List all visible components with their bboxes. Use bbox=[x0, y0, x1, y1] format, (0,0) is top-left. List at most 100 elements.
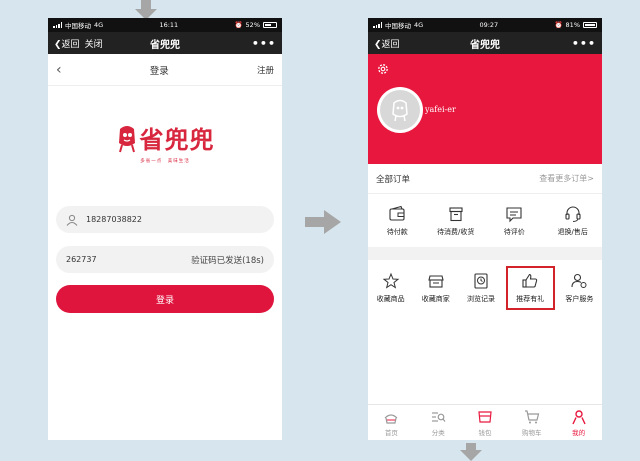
verification-code-value: 262737 bbox=[66, 255, 97, 264]
referral-rewards[interactable]: 推荐有礼 bbox=[505, 266, 555, 310]
service-item-label: 客户服务 bbox=[565, 295, 594, 303]
browsing-history[interactable]: 浏览记录 bbox=[458, 260, 503, 316]
clock: 16:11 bbox=[159, 21, 179, 29]
back-button[interactable]: ❮返回 bbox=[54, 37, 80, 50]
avatar[interactable] bbox=[377, 87, 423, 133]
back-label: 返回 bbox=[61, 39, 80, 50]
tab-wallet[interactable]: 钱包 bbox=[462, 405, 509, 440]
tab-label: 分类 bbox=[431, 428, 445, 437]
wechat-nav-bar: ❮返回 省兜兜 ••• bbox=[368, 32, 602, 54]
status-bar: 中国移动 4G 09:27 ⏰ 81% bbox=[368, 18, 602, 32]
service-item-label: 推荐有礼 bbox=[516, 295, 545, 303]
close-button[interactable]: 关闭 bbox=[85, 37, 103, 50]
profile-screen: 中国移动 4G 09:27 ⏰ 81% ❮返回 省兜兜 ••• yafei-er… bbox=[368, 18, 602, 440]
flow-arrow-bottom bbox=[460, 443, 482, 461]
carrier: 中国移动 bbox=[65, 22, 91, 30]
order-status-grid: 待付款 待消费/收货 待评价 退换/售后 bbox=[368, 194, 602, 247]
tab-label: 首页 bbox=[384, 428, 398, 437]
logo-text: 省兜兜 bbox=[139, 125, 215, 154]
login-screen: 中国移动 4G 16:11 ⏰ 52% ❮返回 关闭 省兜兜 ••• ‹ 登录 … bbox=[48, 18, 282, 440]
back-arrow-button[interactable]: ‹ bbox=[56, 62, 62, 78]
order-item-label: 退换/售后 bbox=[557, 227, 588, 236]
nav-title: 省兜兜 bbox=[470, 39, 500, 51]
more-menu-button[interactable]: ••• bbox=[206, 37, 276, 50]
all-orders-title: 全部订单 bbox=[376, 174, 411, 185]
section-divider bbox=[368, 247, 602, 260]
chevron-left-icon: ❮ bbox=[54, 39, 62, 50]
username: yafei-er bbox=[425, 105, 456, 114]
history-icon bbox=[474, 273, 488, 289]
tab-label: 购物车 bbox=[522, 428, 542, 437]
back-button[interactable]: ❮返回 bbox=[374, 37, 400, 50]
favorite-shops[interactable]: 收藏商家 bbox=[413, 260, 458, 316]
tab-home[interactable]: 首页 bbox=[368, 405, 415, 440]
profile-icon bbox=[571, 409, 586, 424]
avatar-mascot-icon bbox=[392, 99, 408, 122]
cart-icon bbox=[524, 409, 540, 423]
service-item-label: 收藏商家 bbox=[421, 295, 450, 303]
battery-percent: 81% bbox=[565, 21, 580, 29]
tab-profile[interactable]: 我的 bbox=[555, 405, 602, 440]
service-icon bbox=[571, 273, 587, 288]
tab-category[interactable]: 分类 bbox=[415, 405, 462, 440]
more-menu-button[interactable]: ••• bbox=[526, 37, 596, 50]
service-grid: 收藏商品 收藏商家 浏览记录 推荐有礼 客户服务 bbox=[368, 260, 602, 316]
login-button[interactable]: 登录 bbox=[56, 285, 274, 313]
home-icon bbox=[384, 413, 398, 424]
brand-logo: 省兜兜 多省一点 美味生活 bbox=[48, 86, 282, 198]
battery-percent: 52% bbox=[245, 21, 260, 29]
shop-icon bbox=[428, 275, 444, 288]
alarm-icon: ⏰ bbox=[554, 21, 563, 29]
mascot-logo-icon bbox=[118, 125, 135, 152]
alarm-icon: ⏰ bbox=[234, 21, 243, 29]
order-item-label: 待评价 bbox=[503, 227, 525, 236]
order-after-sales[interactable]: 退换/售后 bbox=[544, 194, 603, 247]
order-pending-review[interactable]: 待评价 bbox=[485, 194, 544, 247]
service-item-label: 浏览记录 bbox=[467, 295, 495, 303]
tab-label: 我的 bbox=[572, 428, 586, 437]
phone-number-input[interactable]: 18287038822 bbox=[56, 206, 274, 233]
tab-cart[interactable]: 购物车 bbox=[508, 405, 555, 440]
profile-header: yafei-er bbox=[368, 54, 602, 164]
wallet-icon bbox=[478, 410, 492, 423]
nav-title: 省兜兜 bbox=[150, 39, 180, 51]
all-orders-bar[interactable]: 全部订单 查看更多订单> bbox=[368, 164, 602, 194]
network: 4G bbox=[414, 21, 424, 29]
back-label: 返回 bbox=[381, 39, 400, 50]
register-link[interactable]: 注册 bbox=[257, 64, 274, 76]
clock: 09:27 bbox=[479, 21, 499, 29]
page-title: 登录 bbox=[149, 65, 169, 77]
wechat-nav-bar: ❮返回 关闭 省兜兜 ••• bbox=[48, 32, 282, 54]
star-icon bbox=[382, 272, 399, 289]
favorite-products[interactable]: 收藏商品 bbox=[368, 260, 413, 316]
chevron-left-icon: ❮ bbox=[374, 39, 382, 50]
flow-arrow-right bbox=[305, 210, 341, 234]
tab-label: 钱包 bbox=[478, 428, 492, 437]
network: 4G bbox=[94, 21, 104, 29]
order-pending-payment[interactable]: 待付款 bbox=[368, 194, 427, 247]
thumbs-up-icon bbox=[522, 273, 538, 288]
battery-icon bbox=[583, 22, 597, 28]
order-item-label: 待消费/收货 bbox=[437, 227, 475, 236]
signal-icon bbox=[373, 22, 382, 28]
signal-icon bbox=[53, 22, 62, 28]
service-item-label: 收藏商品 bbox=[376, 295, 405, 303]
phone-number-value: 18287038822 bbox=[86, 215, 142, 224]
logo-slogan: 多省一点 美味生活 bbox=[140, 159, 190, 164]
user-icon bbox=[66, 214, 78, 226]
category-icon bbox=[432, 411, 446, 422]
comment-icon bbox=[506, 206, 522, 222]
order-item-label: 待付款 bbox=[386, 227, 408, 236]
sms-countdown-status: 验证码已发送(18s) bbox=[191, 255, 264, 266]
battery-icon bbox=[263, 22, 277, 28]
headset-icon bbox=[565, 205, 581, 222]
flow-arrow-top bbox=[135, 0, 157, 20]
view-more-orders-link[interactable]: 查看更多订单> bbox=[539, 173, 594, 184]
order-pending-delivery[interactable]: 待消费/收货 bbox=[427, 194, 486, 247]
verification-code-input[interactable]: 262737 验证码已发送(18s) bbox=[56, 246, 274, 273]
customer-service[interactable]: 客户服务 bbox=[557, 260, 602, 316]
login-header: ‹ 登录 注册 bbox=[48, 54, 282, 86]
wallet-icon bbox=[389, 205, 405, 221]
gear-icon[interactable] bbox=[376, 62, 390, 76]
carrier: 中国移动 bbox=[385, 22, 411, 30]
